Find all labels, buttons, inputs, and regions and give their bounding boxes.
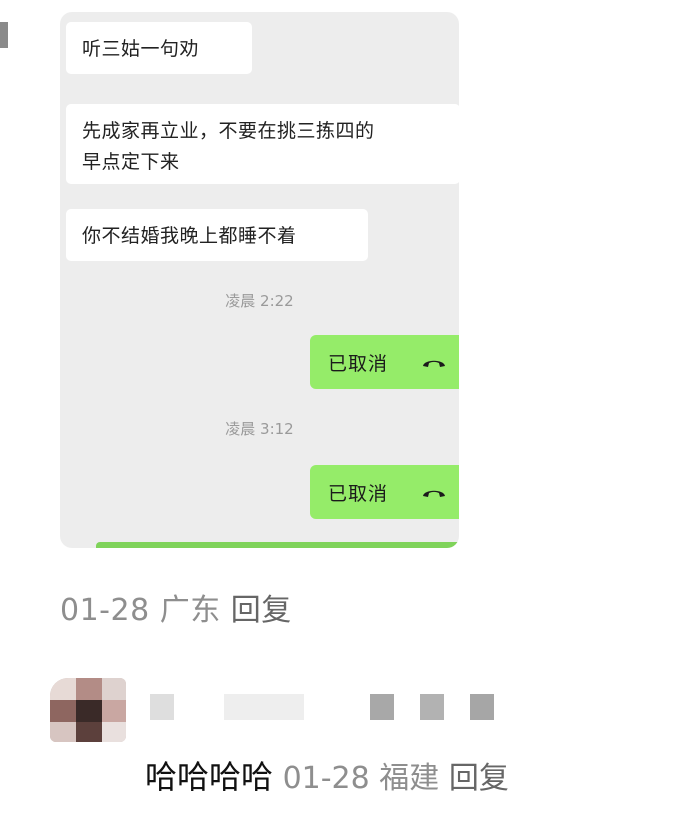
call-cancelled-bubble: 已取消 xyxy=(310,335,459,389)
reply-button[interactable]: 回复 xyxy=(449,761,509,796)
edge-mark xyxy=(0,22,8,48)
post-meta: 01-28 广东 回复 xyxy=(60,585,292,629)
timestamp: 凌晨 3:12 xyxy=(225,420,294,438)
call-cancelled-bubble: 已取消 xyxy=(310,465,459,519)
message-bubble: 听三姑一句劝 xyxy=(66,22,252,74)
comment-date: 01-28 xyxy=(282,761,370,796)
call-status-label: 已取消 xyxy=(328,352,389,375)
partial-message-bubble xyxy=(96,542,459,548)
message-bubble: 先成家再立业，不要在挑三拣四的 早点定下来 xyxy=(66,104,459,184)
call-status-label: 已取消 xyxy=(328,482,389,505)
comment-text: 哈哈哈哈 xyxy=(145,758,274,796)
post-date: 01-28 xyxy=(60,593,150,628)
post-location: 广东 xyxy=(159,593,221,628)
avatar[interactable] xyxy=(50,678,126,742)
message-bubble: 你不结婚我晚上都睡不着 xyxy=(66,209,368,261)
reply-button[interactable]: 回复 xyxy=(231,593,292,628)
phone-hangup-icon xyxy=(423,360,445,367)
timestamp: 凌晨 2:22 xyxy=(225,292,294,310)
phone-hangup-icon xyxy=(423,490,445,497)
comment-location: 福建 xyxy=(379,761,440,796)
chat-screenshot: 听三姑一句劝 先成家再立业，不要在挑三拣四的 早点定下来 你不结婚我晚上都睡不着… xyxy=(60,12,459,548)
comment: 哈哈哈哈 01-28 福建 回复 xyxy=(145,752,509,798)
